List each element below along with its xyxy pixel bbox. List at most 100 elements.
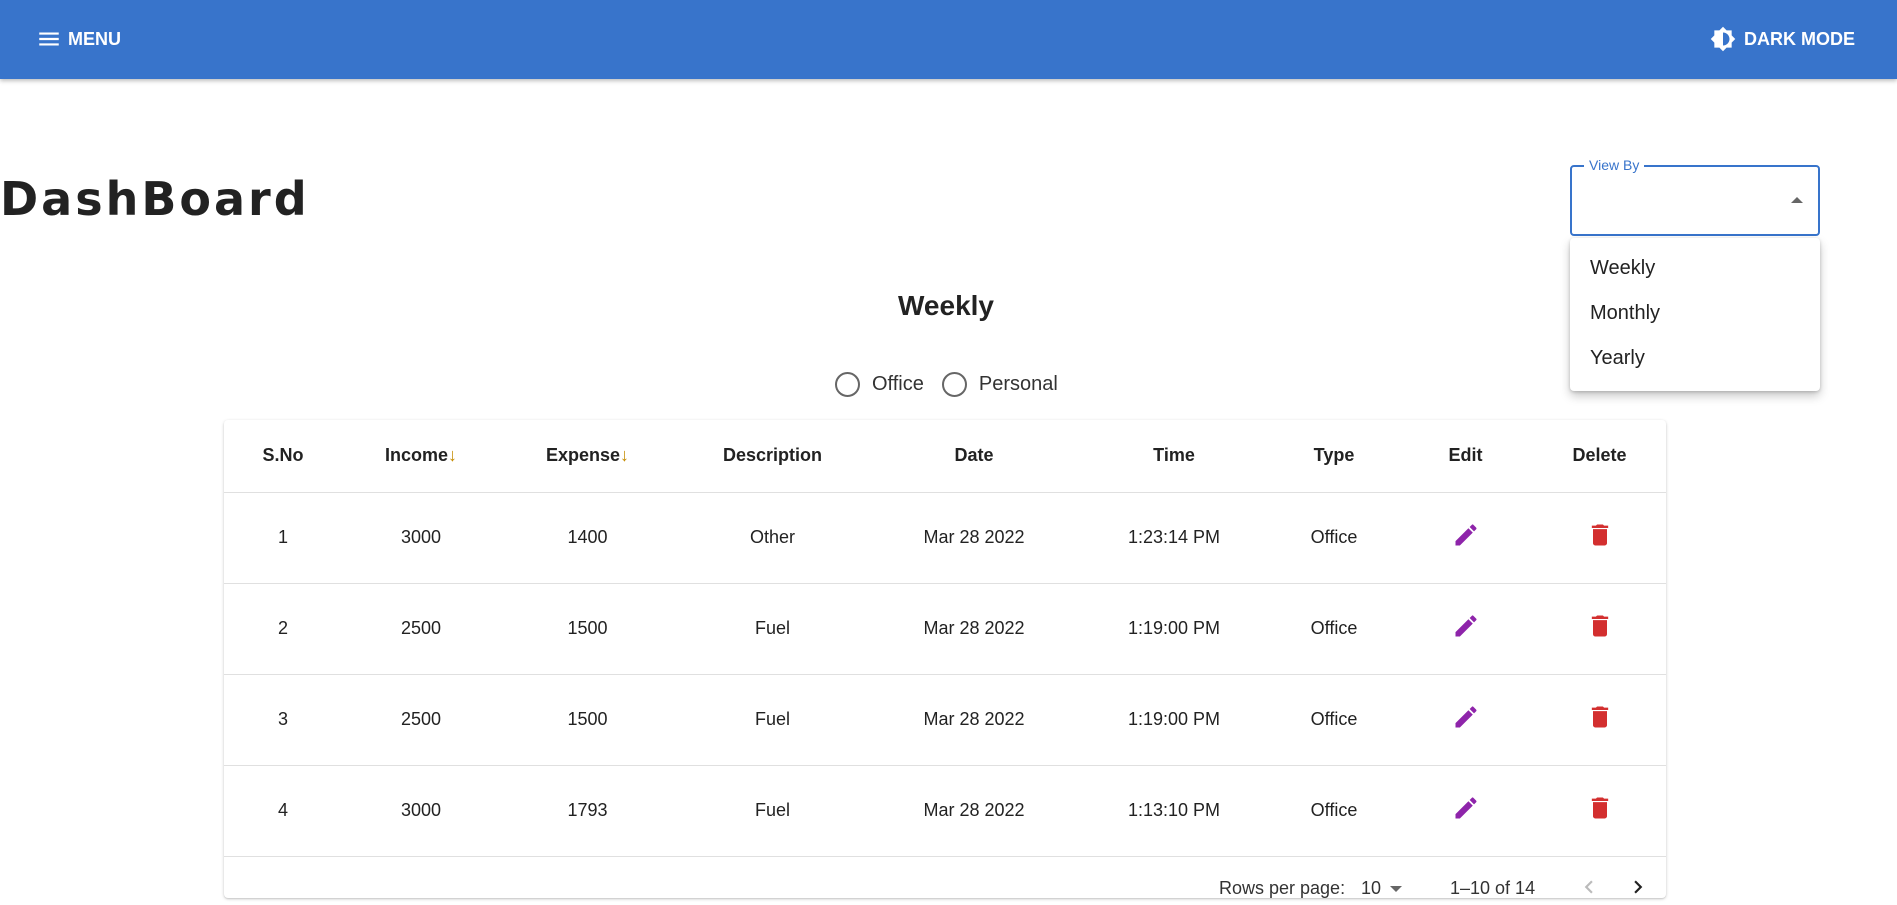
cell-delete	[1533, 583, 1666, 675]
menu-item-weekly[interactable]: Weekly	[1570, 246, 1820, 291]
view-by-select[interactable]: View By	[1570, 157, 1820, 236]
cell-type: Office	[1270, 583, 1398, 675]
radio-office[interactable]: Office	[835, 371, 924, 397]
radio-personal-label: Personal	[978, 372, 1058, 395]
pencil-icon	[1455, 706, 1477, 728]
cell-edit	[1398, 765, 1533, 857]
radio-office-label: Office	[872, 372, 924, 395]
pencil-icon	[1455, 524, 1477, 546]
cell-expense: 1500	[500, 674, 675, 766]
radio-personal[interactable]: Personal	[941, 371, 1058, 397]
caret-down-icon[interactable]	[1390, 886, 1402, 892]
cell-date: Mar 28 2022	[870, 765, 1078, 857]
header-date: Date	[870, 420, 1078, 493]
menu-label: MENU	[68, 28, 121, 49]
cell-income: 3000	[342, 765, 500, 857]
cell-delete	[1533, 765, 1666, 857]
cell-sno: 1	[224, 492, 342, 584]
trash-icon	[1591, 524, 1608, 546]
type-filter-radio-group: Office Personal	[835, 369, 1076, 399]
page-range: 1–10 of 14	[1450, 878, 1536, 898]
header-income[interactable]: Income↓	[342, 420, 500, 493]
radio-circle-icon[interactable]	[835, 371, 860, 397]
table-row: 2 2500 1500 Fuel Mar 28 2022 1:19:00 PM …	[224, 583, 1666, 675]
cell-description: Other	[675, 492, 870, 584]
pencil-icon	[1455, 615, 1477, 637]
menu-button[interactable]: MENU	[36, 24, 121, 54]
delete-button[interactable]	[1586, 521, 1614, 549]
cell-time: 1:19:00 PM	[1078, 583, 1270, 675]
cell-edit	[1398, 583, 1533, 675]
cell-edit	[1398, 492, 1533, 584]
header-edit: Edit	[1398, 420, 1533, 493]
cell-description: Fuel	[675, 583, 870, 675]
pencil-icon	[1455, 797, 1477, 819]
trash-icon	[1591, 706, 1608, 728]
sort-arrow-icon: ↓	[448, 445, 458, 466]
header-description: Description	[675, 420, 870, 493]
rows-per-page-select[interactable]: 10	[1361, 878, 1381, 899]
header-delete: Delete	[1533, 420, 1666, 493]
cell-income: 3000	[342, 492, 500, 584]
view-by-label: View By	[1584, 157, 1645, 173]
menu-item-yearly[interactable]: Yearly	[1570, 336, 1820, 381]
dark-mode-button[interactable]: DARK MODE	[1710, 24, 1855, 54]
cell-date: Mar 28 2022	[870, 674, 1078, 766]
previous-page-button[interactable]	[1576, 874, 1602, 905]
cell-time: 1:13:10 PM	[1078, 765, 1270, 857]
cell-delete	[1533, 674, 1666, 766]
cell-date: Mar 28 2022	[870, 492, 1078, 584]
cell-sno: 3	[224, 674, 342, 766]
delete-button[interactable]	[1586, 794, 1614, 822]
table-row: 3 2500 1500 Fuel Mar 28 2022 1:19:00 PM …	[224, 674, 1666, 766]
sort-arrow-icon: ↓	[620, 445, 630, 466]
section-title: Weekly	[898, 290, 994, 321]
radio-circle-icon[interactable]	[941, 371, 967, 397]
cell-time: 1:19:00 PM	[1078, 674, 1270, 766]
cell-type: Office	[1270, 492, 1398, 584]
cell-type: Office	[1270, 674, 1398, 766]
dark-mode-label: DARK MODE	[1744, 28, 1855, 49]
cell-delete	[1533, 492, 1666, 584]
trash-icon	[1591, 615, 1608, 637]
cell-edit	[1398, 674, 1533, 766]
rows-per-page-label: Rows per page:	[1219, 878, 1346, 898]
cell-sno: 4	[224, 765, 342, 857]
table-row: 4 3000 1793 Fuel Mar 28 2022 1:13:10 PM …	[224, 765, 1666, 857]
edit-button[interactable]	[1452, 612, 1480, 640]
transactions-table: S.No Income↓ Expense↓ Description Date T…	[224, 420, 1666, 857]
delete-button[interactable]	[1586, 612, 1614, 640]
table-header-row: S.No Income↓ Expense↓ Description Date T…	[224, 420, 1666, 493]
header-expense[interactable]: Expense↓	[500, 420, 675, 493]
chevron-left-icon	[1584, 880, 1593, 894]
cell-expense: 1793	[500, 765, 675, 857]
chevron-right-icon	[1634, 880, 1643, 894]
cell-description: Fuel	[675, 674, 870, 766]
trash-icon	[1591, 797, 1608, 819]
cell-description: Fuel	[675, 765, 870, 857]
brightness-icon	[1710, 26, 1736, 52]
delete-button[interactable]	[1586, 703, 1614, 731]
table-pagination: Rows per page: 10 1–10 of 14	[0, 866, 1666, 899]
next-page-button[interactable]	[1625, 874, 1651, 905]
edit-button[interactable]	[1452, 794, 1480, 822]
edit-button[interactable]	[1452, 703, 1480, 731]
cell-date: Mar 28 2022	[870, 583, 1078, 675]
cell-expense: 1400	[500, 492, 675, 584]
caret-up-icon	[1791, 197, 1803, 203]
table-row: 1 3000 1400 Other Mar 28 2022 1:23:14 PM…	[224, 492, 1666, 584]
cell-expense: 1500	[500, 583, 675, 675]
edit-button[interactable]	[1452, 521, 1480, 549]
header-sno: S.No	[224, 420, 342, 493]
cell-income: 2500	[342, 583, 500, 675]
cell-type: Office	[1270, 765, 1398, 857]
header-type: Type	[1270, 420, 1398, 493]
header-expense-label: Expense	[545, 445, 621, 466]
cell-sno: 2	[224, 583, 342, 675]
header-time: Time	[1078, 420, 1270, 493]
page-title: DashBoard	[0, 172, 310, 226]
cell-time: 1:23:14 PM	[1078, 492, 1270, 584]
transactions-table-card: S.No Income↓ Expense↓ Description Date T…	[224, 420, 1666, 898]
cell-income: 2500	[342, 674, 500, 766]
hamburger-icon	[39, 32, 59, 46]
